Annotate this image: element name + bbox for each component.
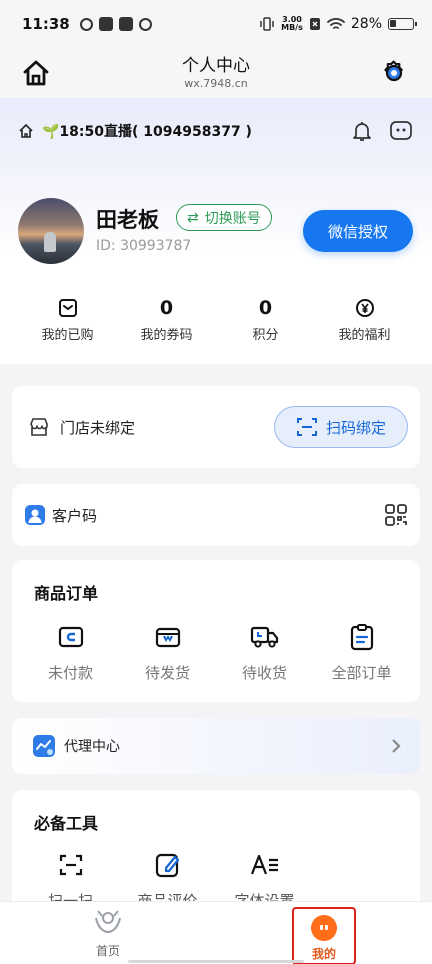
order-label: 待收货 [241, 664, 287, 682]
customer-code-label: 客户码 [52, 506, 98, 525]
scan-icon [59, 854, 82, 876]
wallet-icon [58, 626, 83, 648]
nav-label: 首页 [95, 944, 120, 958]
switch-account-label: 切换账号 [204, 210, 261, 227]
vibrate-icon [260, 17, 274, 31]
stats-row: 我的已购 0 我的券码 0 积分 我的福利 [18, 296, 414, 346]
agent-center-label: 代理中心 [64, 739, 120, 755]
order-label: 未付款 [47, 664, 93, 682]
scan-icon [296, 418, 317, 436]
home-indicator [128, 960, 304, 963]
store-unbound-label: 门店未绑定 [60, 418, 136, 437]
stat-value: 0 [159, 297, 174, 319]
live-bar[interactable]: 🌱18:50直播( 1094958377 ) [18, 116, 414, 146]
avatar[interactable] [18, 198, 84, 264]
stat-label: 我的已购 [41, 328, 94, 343]
store-binding-card: 门店未绑定 扫码绑定 [12, 386, 420, 468]
order-unpaid[interactable]: 未付款 [22, 622, 119, 683]
home-icon[interactable] [20, 57, 52, 89]
home-logo-icon [95, 910, 121, 934]
play-notification-icon [118, 17, 133, 31]
tools-title: 必备工具 [34, 814, 99, 833]
mine-icon [311, 915, 337, 941]
page-title: 个人中心 [182, 56, 250, 76]
profile-header: 🌱18:50直播( 1094958377 ) 田老板 ⇄ 切换账号 ID: 30… [0, 98, 432, 364]
order-label: 待发货 [144, 664, 190, 682]
stat-value: 0 [258, 297, 273, 319]
order-to-ship[interactable]: 待发货 [119, 622, 216, 683]
qr-code-icon[interactable] [384, 503, 408, 527]
more-notification-icon [138, 17, 152, 31]
orders-grid: 未付款 待发货 待收货 全部订单 [22, 622, 410, 683]
user-id: ID: 30993787 [96, 238, 192, 254]
status-bar: 11:38 3.00 MB/s 28% [0, 0, 432, 48]
stat-purchased[interactable]: 我的已购 [18, 296, 117, 346]
switch-account-button[interactable]: ⇄ 切换账号 [176, 204, 272, 231]
yen-icon [355, 299, 374, 317]
font-icon [250, 854, 278, 875]
bell-icon[interactable] [350, 119, 374, 143]
truck-icon [250, 626, 278, 648]
store-icon [30, 418, 48, 436]
customer-code-card[interactable]: 客户码 [12, 484, 420, 546]
order-label: 全部订单 [331, 664, 392, 682]
scan-bind-label: 扫码绑定 [325, 418, 386, 437]
notification-icon [79, 17, 93, 31]
order-all[interactable]: 全部订单 [313, 622, 410, 683]
clipboard-icon [350, 624, 373, 651]
stat-label: 积分 [252, 328, 279, 343]
title-bar: 个人中心 wx.7948.cn [0, 48, 432, 98]
bottom-nav: 首页 我的 [0, 901, 432, 964]
stat-coupons[interactable]: 0 我的券码 [117, 296, 216, 346]
edit-icon [155, 853, 179, 878]
page-subtitle: wx.7948.cn [184, 77, 248, 90]
battery-text: 28% [350, 16, 382, 32]
order-to-receive[interactable]: 待收货 [216, 622, 313, 683]
box-icon [155, 627, 180, 648]
purchased-icon [58, 299, 77, 317]
scan-bind-button[interactable]: 扫码绑定 [274, 406, 408, 448]
user-name: 田老板 [96, 208, 159, 232]
nav-mine[interactable]: 我的 [292, 907, 356, 964]
wechat-auth-button[interactable]: 微信授权 [303, 210, 413, 252]
nav-home[interactable]: 首页 [78, 908, 138, 959]
app-notification-icon [98, 17, 113, 31]
customer-icon [25, 505, 45, 525]
sim-icon [309, 18, 320, 30]
chevron-right-icon [392, 739, 401, 753]
settings-gear-icon[interactable] [378, 57, 410, 89]
agent-center-icon [33, 735, 55, 757]
home-small-icon [19, 123, 33, 138]
switch-icon: ⇄ [187, 209, 199, 226]
wifi-icon [326, 18, 345, 29]
orders-title: 商品订单 [34, 584, 99, 603]
profile-row: 田老板 ⇄ 切换账号 ID: 30993787 微信授权 [18, 198, 418, 266]
network-speed: 3.00 MB/s [281, 15, 303, 32]
stat-points[interactable]: 0 积分 [216, 296, 315, 346]
stat-welfare[interactable]: 我的福利 [315, 296, 414, 346]
stat-label: 我的券码 [140, 328, 193, 343]
stat-label: 我的福利 [338, 328, 391, 343]
orders-card: 商品订单 未付款 待发货 待收货 全部订单 [12, 560, 420, 702]
message-icon[interactable] [388, 119, 414, 143]
agent-center-card[interactable]: 代理中心 [12, 718, 420, 774]
battery-icon [388, 18, 417, 30]
status-time: 11:38 [22, 15, 70, 33]
live-broadcast-text: 🌱18:50直播( 1094958377 ) [42, 124, 252, 140]
